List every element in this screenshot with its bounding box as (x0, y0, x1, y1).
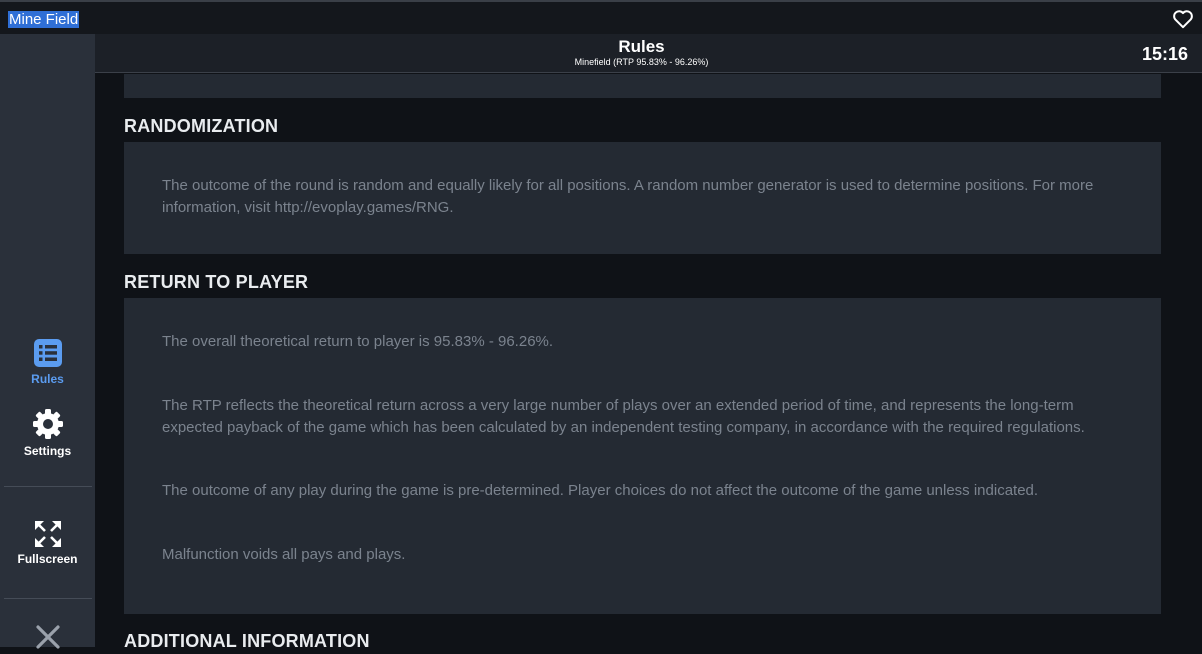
page-title: Rules (618, 37, 665, 56)
clock: 15:16 (1141, 44, 1188, 64)
sidebar-divider (4, 598, 92, 599)
paragraph: The RTP reflects the theoretical return … (162, 397, 1085, 436)
rules-header: Rules Minefield (RTP 95.83% - 96.26%) 15… (95, 34, 1202, 73)
section-title-additional-information: ADDITIONAL INFORMATION (124, 631, 370, 647)
paragraph: The outcome of any play during the game … (162, 482, 1039, 499)
fullscreen-icon (34, 521, 61, 547)
sidebar: Rules Settings Fullscreen (0, 34, 95, 649)
paragraph: Malfunction voids all pays and plays. (162, 546, 406, 563)
window-title[interactable]: Mine Field (8, 11, 80, 28)
sidebar-item-close[interactable] (0, 624, 95, 654)
sidebar-item-label: Rules (31, 372, 64, 386)
previous-section-panel (124, 74, 1161, 98)
section-title-rtp: RETURN TO PLAYER (124, 272, 309, 292)
rules-content[interactable]: RANDOMIZATION The outcome of the round i… (95, 74, 1202, 647)
page-subtitle: Minefield (RTP 95.83% - 96.26%) (574, 57, 709, 67)
section-panel-randomization: The outcome of the round is random and e… (124, 142, 1161, 254)
sidebar-item-label: Settings (23, 444, 72, 458)
paragraph: The outcome of the round is random and e… (162, 177, 1094, 216)
sidebar-item-rules[interactable]: Rules (0, 338, 95, 386)
sidebar-divider (4, 486, 92, 487)
close-icon (35, 625, 60, 649)
heart-icon[interactable] (1172, 9, 1194, 29)
paragraph: The overall theoretical return to player… (162, 333, 554, 350)
gear-icon (32, 409, 63, 439)
window-titlebar: Mine Field (0, 0, 1202, 34)
sidebar-item-settings[interactable]: Settings (0, 408, 95, 458)
section-panel-rtp: The overall theoretical return to player… (124, 298, 1161, 614)
sidebar-item-label: Fullscreen (17, 552, 78, 566)
list-icon (33, 339, 62, 367)
section-title-randomization: RANDOMIZATION (124, 116, 279, 136)
sidebar-item-fullscreen[interactable]: Fullscreen (0, 520, 95, 566)
